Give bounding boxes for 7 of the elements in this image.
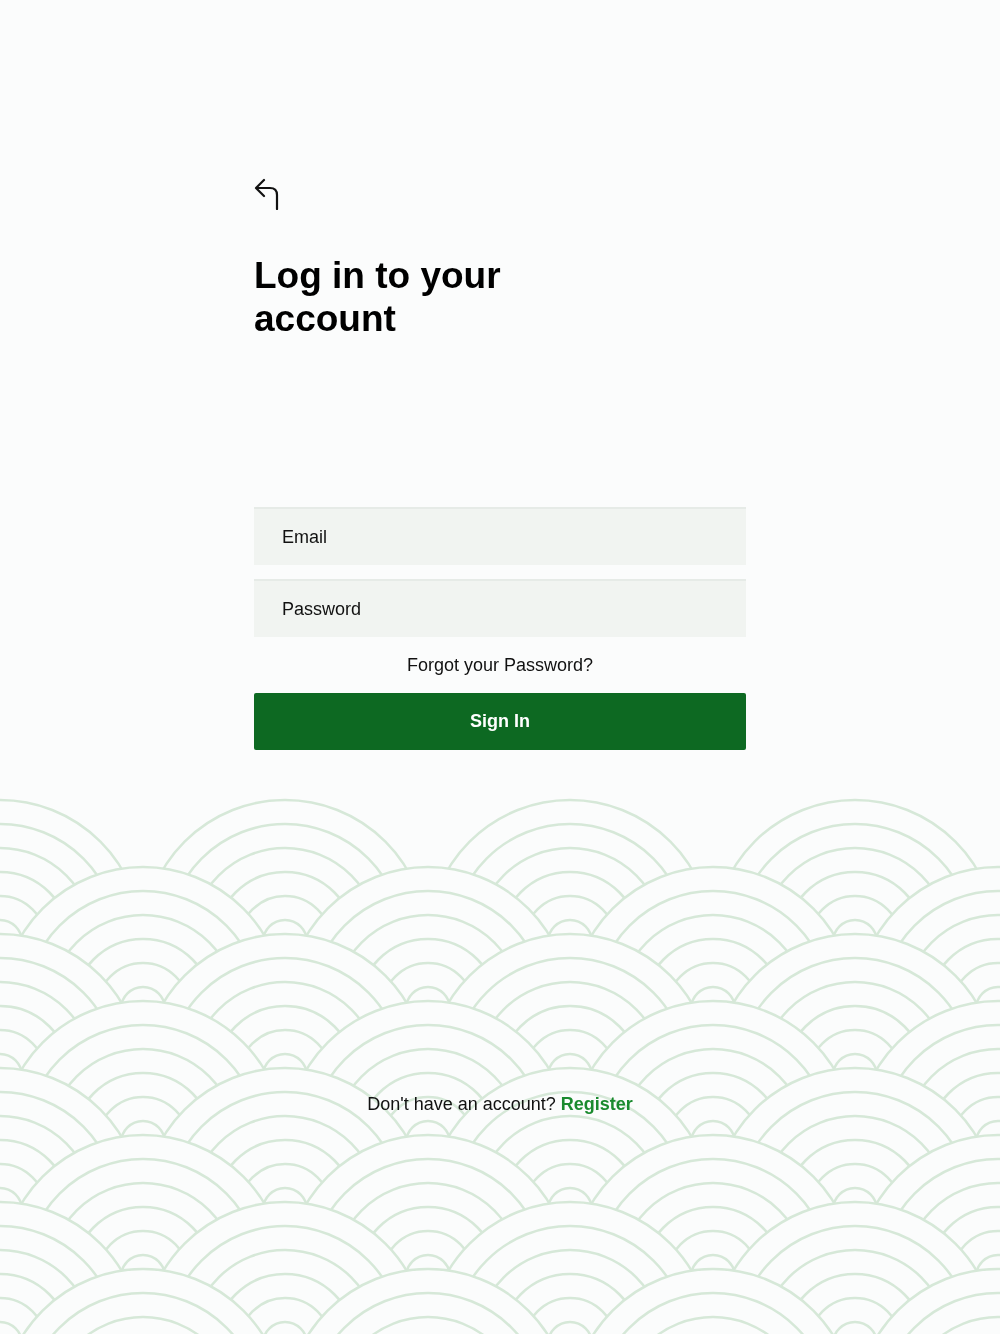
input-field[interactable]: Password [254,579,746,637]
register-link[interactable]: Register [560,1094,633,1114]
page-title: Log in to your account [254,254,502,340]
register-prompt: Don't have an account? Register [367,1093,633,1116]
sign-in-button[interactable]: Sign In [254,693,746,750]
forgot-password-link[interactable]: Forgot your Password? [406,653,594,677]
input-field[interactable]: Email [254,507,746,565]
